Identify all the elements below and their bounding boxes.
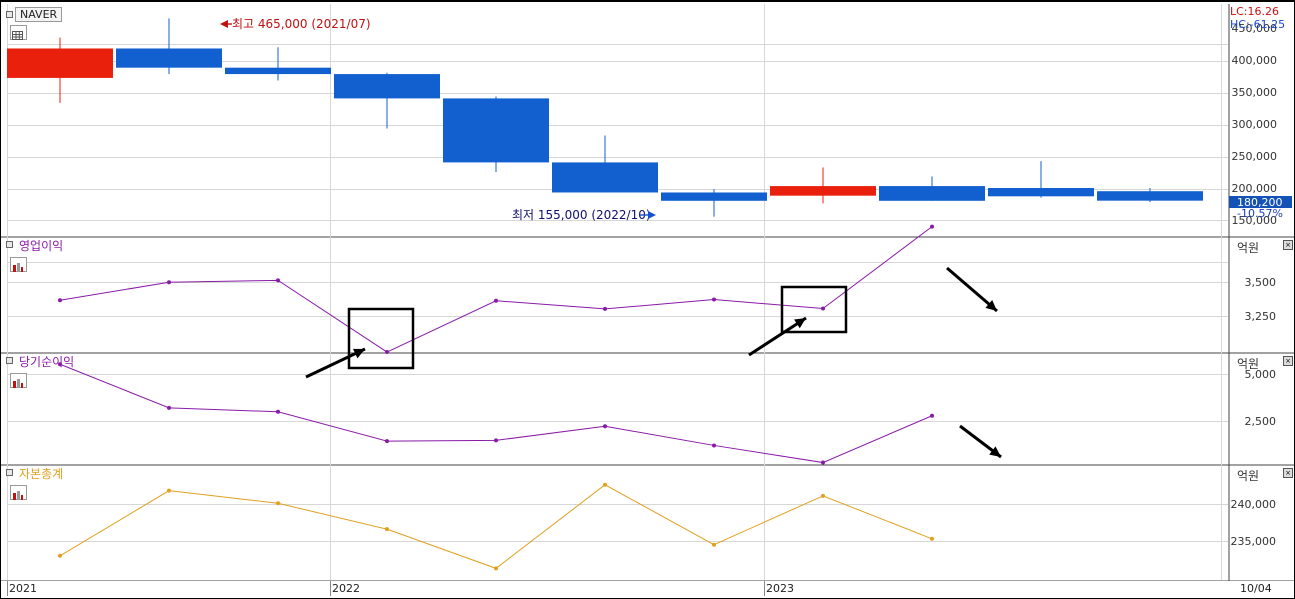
- net-income-point: [821, 460, 825, 465]
- close-icon[interactable]: ×: [1283, 240, 1293, 250]
- operating-income-point: [58, 298, 62, 303]
- net-income-point: [712, 443, 716, 448]
- operating-income-point: [930, 224, 934, 229]
- net-income-point: [276, 409, 280, 414]
- low-annotation: 최저 155,000 (2022/10): [512, 208, 651, 222]
- bar-chart-icon-glyph: [13, 379, 23, 388]
- highlight-box: [347, 307, 415, 370]
- equity-tick-label: 240,000: [1231, 498, 1277, 511]
- operating-income-point: [494, 298, 498, 303]
- net-unit: 억원: [1237, 357, 1260, 371]
- net-income-title: 당기순이익: [19, 355, 75, 369]
- panel-corner-icon[interactable]: [6, 357, 13, 364]
- price-tick-label: 400,000: [1232, 54, 1278, 67]
- equity-point: [385, 527, 389, 532]
- candle-body: [552, 162, 658, 193]
- operating-income-point: [821, 306, 825, 311]
- operating-income-tick-label: 3,500: [1245, 276, 1277, 289]
- operating-income-point: [167, 280, 171, 285]
- operating-unit: 억원: [1237, 241, 1260, 255]
- candle-body: [7, 48, 113, 78]
- equity-point: [167, 488, 171, 493]
- x-axis-label: 2022: [332, 582, 360, 595]
- operating-income-title: 영업이익: [19, 239, 64, 253]
- indicator-lc: LC:16.26: [1230, 5, 1280, 18]
- close-icon[interactable]: ×: [1283, 356, 1293, 366]
- bar-chart-icon-glyph: [13, 491, 23, 500]
- x-axis-right-label: 10/04: [1240, 582, 1272, 595]
- panel-corner-icon[interactable]: [6, 241, 13, 248]
- operating-income-point: [276, 278, 280, 283]
- bar-chart-icon[interactable]: [10, 257, 27, 272]
- price-tick-label: 200,000: [1232, 182, 1278, 195]
- candle-body: [1097, 191, 1203, 201]
- operating-income-tick-label: 3,250: [1245, 310, 1277, 323]
- equity-point: [276, 501, 280, 506]
- x-axis-label: 2021: [9, 582, 37, 595]
- panel-corner-icon[interactable]: [6, 11, 13, 18]
- net-income-point: [167, 405, 171, 410]
- candle-body: [661, 192, 767, 201]
- bar-chart-icon[interactable]: [10, 373, 27, 388]
- candle-body: [879, 186, 985, 201]
- bar-chart-icon[interactable]: [10, 485, 27, 500]
- price-tick-label: 250,000: [1232, 150, 1278, 163]
- price-tick-label: 300,000: [1232, 118, 1278, 131]
- close-icon[interactable]: ×: [1283, 468, 1293, 478]
- x-axis-band: [1, 581, 1294, 597]
- equity-point: [821, 493, 825, 498]
- net-income-point: [603, 424, 607, 429]
- equity-tick-label: 235,000: [1231, 535, 1277, 548]
- equity-title: 자본총계: [19, 467, 64, 481]
- change-pct-label: -10.57%: [1237, 207, 1283, 220]
- panel-corner-icon[interactable]: [6, 469, 13, 476]
- bar-chart-icon-glyph: [13, 263, 23, 272]
- equity-unit: 억원: [1237, 469, 1260, 483]
- symbol-label[interactable]: NAVER: [15, 7, 63, 22]
- candle-body: [225, 67, 331, 75]
- candle-body: [116, 48, 222, 68]
- equity-point: [494, 566, 498, 571]
- price-tick-label: 350,000: [1232, 86, 1278, 99]
- candle-body: [443, 98, 549, 163]
- table-grid-icon[interactable]: [10, 25, 27, 40]
- candle-body: [334, 74, 440, 99]
- equity-point: [603, 482, 607, 487]
- net-income-point: [494, 438, 498, 443]
- net-income-point: [385, 439, 389, 444]
- operating-income-point: [385, 350, 389, 355]
- operating-income-point: [712, 297, 716, 302]
- stock-chart[interactable]: 450,000400,000350,000300,000250,000200,0…: [0, 0, 1295, 599]
- equity-point: [930, 536, 934, 541]
- high-annotation: 최고 465,000 (2021/07): [232, 17, 371, 31]
- equity-point: [712, 542, 716, 547]
- equity-point: [58, 553, 62, 558]
- table-grid-icon-glyph: [12, 31, 23, 40]
- x-axis-label: 2023: [766, 582, 794, 595]
- net-income-line: [59, 363, 933, 464]
- candle-body: [770, 186, 876, 196]
- net-income-tick-label: 2,500: [1245, 415, 1277, 428]
- equity-line: [59, 484, 933, 569]
- highlight-box: [780, 285, 848, 334]
- net-income-point: [930, 413, 934, 418]
- indicator-hc: HC:-61.25: [1230, 18, 1286, 31]
- candle-body: [988, 188, 1094, 197]
- operating-income-point: [603, 306, 607, 311]
